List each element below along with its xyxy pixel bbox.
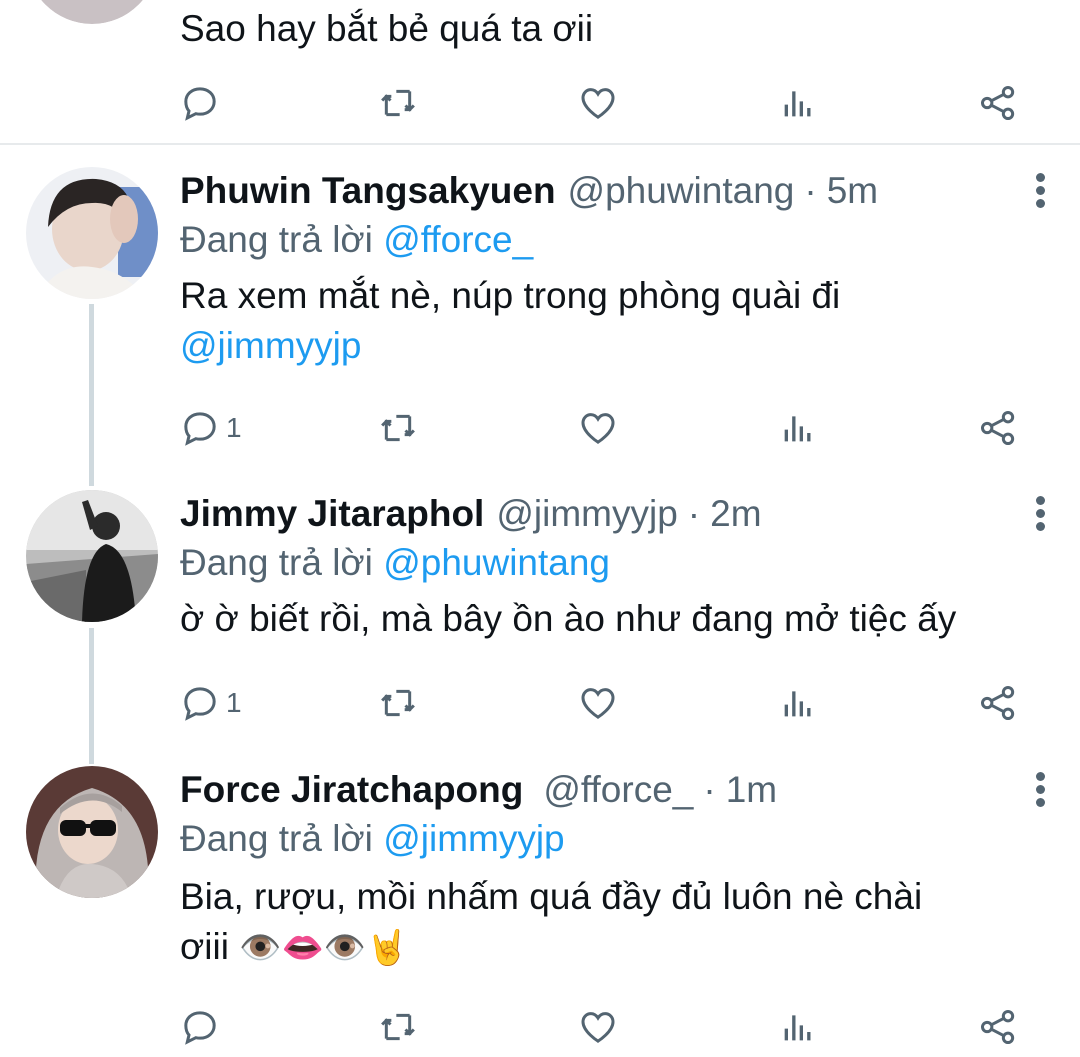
share-button[interactable] bbox=[978, 678, 1018, 728]
separator: · bbox=[804, 170, 817, 211]
like-icon bbox=[581, 88, 615, 119]
retweet-icon bbox=[381, 414, 415, 442]
tweet[interactable]: Phuwin Tangsakyuen @phuwintang · 5m Đang… bbox=[0, 145, 1080, 465]
tweet-text-line: Ra xem mắt nè, núp trong phòng quài đi bbox=[180, 275, 841, 316]
avatar[interactable] bbox=[26, 167, 158, 299]
user-handle[interactable]: @phuwintang bbox=[568, 167, 795, 215]
avatar[interactable] bbox=[26, 0, 158, 24]
reply-button[interactable] bbox=[180, 1002, 220, 1052]
tweet-actions: 1 bbox=[180, 678, 1020, 728]
analytics-icon bbox=[784, 416, 811, 442]
tweet-text: Bia, rượu, mồi nhấm quá đầy đủ luôn nè c… bbox=[180, 872, 1060, 973]
retweet-button[interactable] bbox=[378, 403, 418, 453]
tweet[interactable]: Jimmy Jitaraphol @jimmyyjp · 2m Đang trả… bbox=[0, 468, 1080, 758]
separator: · bbox=[687, 493, 701, 534]
like-button[interactable] bbox=[578, 1002, 618, 1052]
retweet-button[interactable] bbox=[378, 1002, 418, 1052]
tweet-mention[interactable]: @jimmyyjp bbox=[180, 321, 1060, 371]
reply-button[interactable] bbox=[180, 78, 220, 128]
share-button[interactable] bbox=[978, 78, 1018, 128]
share-button[interactable] bbox=[978, 403, 1018, 453]
user-handle[interactable]: @fforce_ bbox=[543, 766, 693, 814]
tweet-text: Sao hay bắt bẻ quá ta ơii bbox=[180, 8, 594, 49]
timestamp[interactable]: 2m bbox=[710, 490, 761, 538]
emoji-sequence: 👁️👄👁️🤘 bbox=[239, 928, 409, 968]
share-button[interactable] bbox=[978, 1002, 1018, 1052]
user-handle[interactable]: @jimmyyjp bbox=[496, 490, 677, 538]
timestamp[interactable]: 5m bbox=[827, 167, 878, 215]
share-icon bbox=[981, 411, 1015, 445]
replying-to: Đang trả lời @jimmyyjp bbox=[180, 814, 1060, 864]
tweet[interactable]: Force Jiratchapong @fforce_ · 1m Đang tr… bbox=[0, 744, 1080, 1057]
reply-icon bbox=[184, 687, 216, 721]
retweet-button[interactable] bbox=[378, 678, 418, 728]
retweet-icon bbox=[381, 89, 415, 117]
analytics-button[interactable] bbox=[778, 1002, 818, 1052]
retweet-icon bbox=[381, 1013, 415, 1041]
share-icon bbox=[981, 686, 1015, 720]
display-name[interactable]: Phuwin Tangsakyuen bbox=[180, 167, 556, 215]
like-icon bbox=[581, 413, 615, 444]
reply-icon bbox=[184, 87, 216, 121]
avatar[interactable] bbox=[26, 766, 158, 898]
tweet-text-line: ơiii 👁️👄👁️🤘 bbox=[180, 922, 1060, 973]
retweet-icon bbox=[381, 689, 415, 717]
analytics-icon bbox=[784, 1015, 811, 1041]
like-button[interactable] bbox=[578, 78, 618, 128]
replying-mention[interactable]: @phuwintang bbox=[383, 542, 610, 583]
reply-count: 1 bbox=[226, 687, 242, 718]
timestamp[interactable]: 1m bbox=[726, 766, 777, 814]
tweet-text-line: Bia, rượu, mồi nhấm quá đầy đủ luôn nè c… bbox=[180, 876, 923, 917]
tweet-text: ờ ờ biết rồi, mà bây ồn ào như đang mở t… bbox=[180, 598, 957, 639]
replying-prefix: Đang trả lời bbox=[180, 542, 373, 583]
tweet-text-word: ơiii bbox=[180, 926, 229, 967]
display-name[interactable]: Force Jiratchapong bbox=[180, 766, 523, 814]
reply-icon bbox=[184, 1011, 216, 1045]
replying-prefix: Đang trả lời bbox=[180, 818, 373, 859]
like-button[interactable] bbox=[578, 403, 618, 453]
like-icon bbox=[581, 1012, 615, 1043]
more-options-button[interactable] bbox=[1034, 173, 1046, 209]
separator: · bbox=[703, 769, 716, 810]
tweet-text: Ra xem mắt nè, núp trong phòng quài đi @… bbox=[180, 271, 1060, 371]
analytics-icon bbox=[784, 91, 811, 117]
more-options-button[interactable] bbox=[1034, 496, 1046, 532]
share-icon bbox=[981, 1010, 1015, 1044]
tweet-actions: 1 bbox=[180, 403, 1020, 453]
reply-count: 1 bbox=[226, 412, 242, 443]
reply-button[interactable]: 1 bbox=[180, 403, 242, 453]
analytics-button[interactable] bbox=[778, 403, 818, 453]
analytics-button[interactable] bbox=[778, 78, 818, 128]
replying-to: Đang trả lời @phuwintang bbox=[180, 538, 1060, 588]
retweet-button[interactable] bbox=[378, 78, 418, 128]
avatar[interactable] bbox=[26, 490, 158, 622]
analytics-icon bbox=[784, 691, 811, 717]
reply-button[interactable]: 1 bbox=[180, 678, 242, 728]
reply-icon bbox=[184, 412, 216, 446]
like-button[interactable] bbox=[578, 678, 618, 728]
replying-prefix: Đang trả lời bbox=[180, 219, 373, 260]
analytics-button[interactable] bbox=[778, 678, 818, 728]
replying-to: Đang trả lời @fforce_ bbox=[180, 215, 1060, 265]
like-icon bbox=[581, 688, 615, 719]
display-name[interactable]: Jimmy Jitaraphol bbox=[180, 490, 484, 538]
replying-mention[interactable]: @jimmyyjp bbox=[383, 818, 564, 859]
replying-mention[interactable]: @fforce_ bbox=[383, 219, 533, 260]
tweet-actions bbox=[180, 78, 1020, 128]
top-tweet[interactable]: Sao hay bắt bẻ quá ta ơii bbox=[0, 0, 1080, 144]
share-icon bbox=[981, 86, 1015, 120]
tweet-actions bbox=[180, 1002, 1020, 1052]
more-options-button[interactable] bbox=[1034, 772, 1046, 808]
